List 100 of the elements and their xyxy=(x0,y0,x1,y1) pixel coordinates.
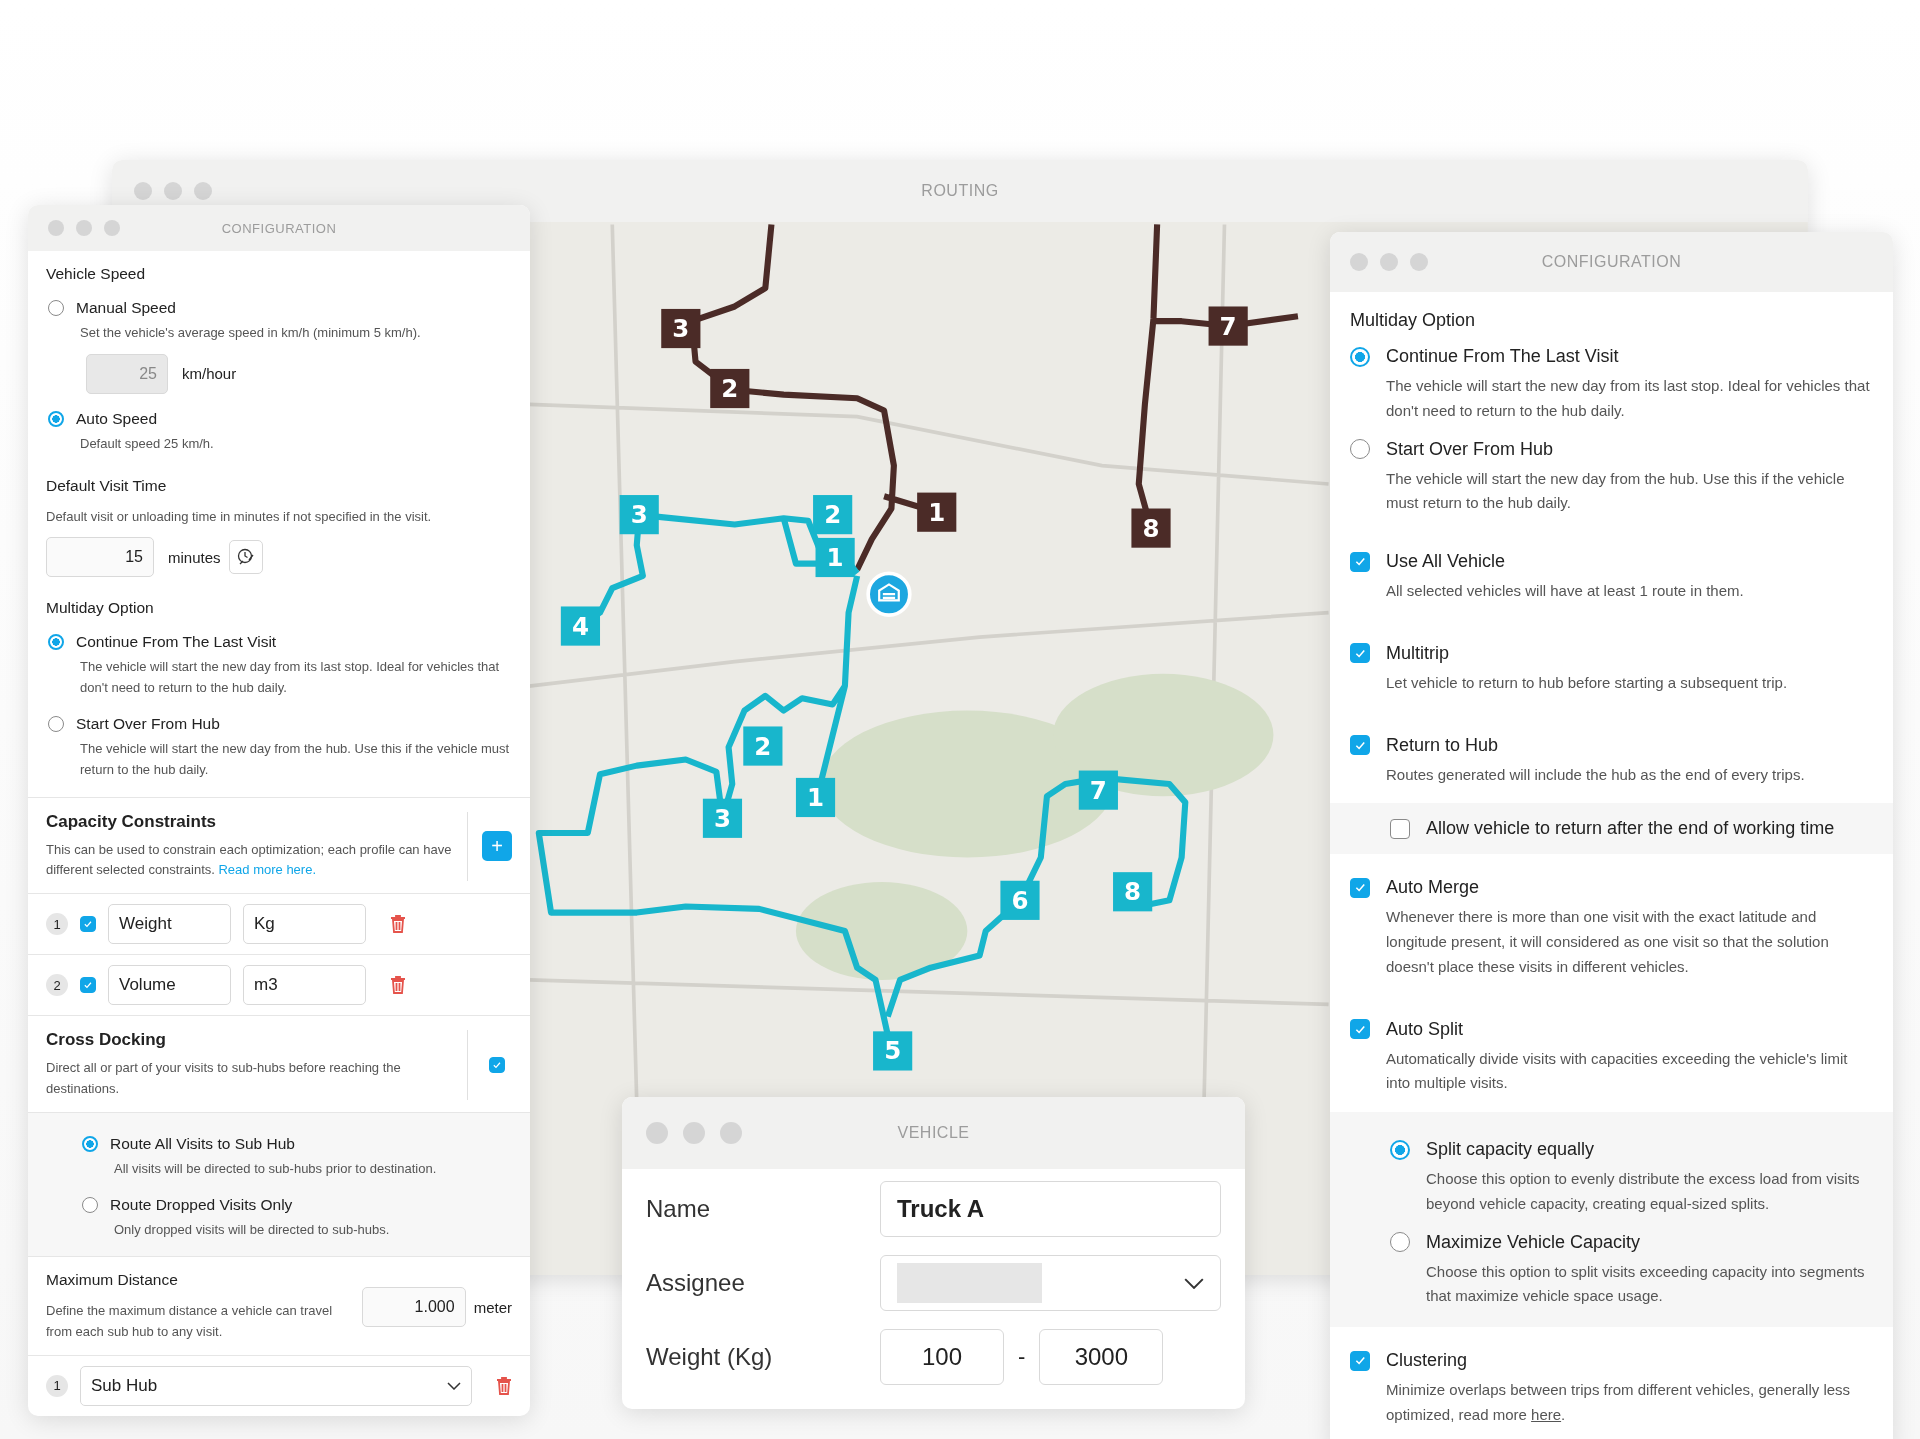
window-title: VEHICLE xyxy=(897,1124,970,1142)
section-heading: Capacity Constraints xyxy=(46,811,218,832)
radio-button[interactable] xyxy=(82,1196,98,1213)
visit-time-input[interactable]: 15 xyxy=(46,537,154,578)
checkbox[interactable] xyxy=(1350,1350,1370,1371)
range-separator: - xyxy=(1017,1344,1027,1370)
window-title: CONFIGURATION xyxy=(1541,253,1682,271)
checkbox[interactable] xyxy=(1350,1019,1370,1039)
option-description: Default speed 25 km/h. xyxy=(80,434,215,453)
stop-marker: 3 xyxy=(702,798,743,838)
option-label: Manual Speed xyxy=(76,299,176,317)
radio-button[interactable] xyxy=(1350,439,1370,459)
option-label: Route All Visits to Sub Hub xyxy=(110,1134,295,1153)
section-heading: Vehicle Speed xyxy=(46,265,147,283)
stop-marker: 1 xyxy=(917,492,957,532)
setting-label: Use All Vehicle xyxy=(1386,550,1506,573)
section-description: This can be used to constrain each optimization; each profile can have different selected constraints. Read more here. xyxy=(46,840,453,880)
assignee-dropdown[interactable] xyxy=(880,1255,1221,1311)
option-label: Auto Speed xyxy=(76,409,157,428)
radio-button[interactable] xyxy=(82,1135,98,1152)
setting-label: Return to Hub xyxy=(1386,733,1499,757)
stop-marker: 2 xyxy=(813,495,853,535)
checkbox[interactable] xyxy=(1390,818,1410,839)
checkbox[interactable] xyxy=(1350,877,1370,898)
clock-edit-button[interactable] xyxy=(228,540,263,575)
constraint-name-input[interactable]: Volume xyxy=(108,965,231,1006)
option-description: The vehicle will start the new day from its last stop. Ideal for vehicles that don't need to return to the hub daily. xyxy=(80,658,501,698)
setting-description: Let vehicle to return to hub before starting a subsequent trip. xyxy=(1386,672,1789,693)
radio-button[interactable] xyxy=(48,716,64,732)
stop-marker: 2 xyxy=(743,726,783,766)
stop-marker: 6 xyxy=(1000,880,1040,920)
unit-label: km/hour xyxy=(182,365,237,383)
constraint-unit-input[interactable]: Kg xyxy=(243,904,366,945)
radio-button[interactable] xyxy=(48,300,64,316)
radio-button[interactable] xyxy=(1350,346,1370,367)
stop-marker: 7 xyxy=(1208,306,1248,346)
max-weight-input[interactable]: 3000 xyxy=(1039,1329,1164,1385)
window-title: CONFIGURATION xyxy=(221,220,337,236)
delete-icon[interactable] xyxy=(390,915,406,934)
section-heading: Multiday Option xyxy=(46,599,155,618)
radio-button[interactable] xyxy=(48,634,64,651)
checkbox[interactable] xyxy=(80,977,96,994)
unit-label: meter xyxy=(473,1298,512,1316)
setting-description: Minimize overlaps between trips from different vehicles, generally less optimized, read more here. xyxy=(1386,1380,1852,1425)
option-label: Route Dropped Visits Only xyxy=(110,1195,293,1214)
delete-icon[interactable] xyxy=(496,1376,512,1395)
delete-icon[interactable] xyxy=(390,976,406,995)
check-mark-icon xyxy=(83,980,93,991)
sub-hub-dropdown[interactable]: Sub Hub xyxy=(80,1365,472,1406)
stop-marker: 8 xyxy=(1113,872,1153,912)
row-number: 1 xyxy=(46,913,68,936)
setting-label: Multitrip xyxy=(1386,641,1449,665)
row-number: 2 xyxy=(46,974,68,997)
name-input[interactable]: Truck A xyxy=(880,1181,1221,1237)
stop-marker: 4 xyxy=(560,606,600,646)
help-link[interactable]: here xyxy=(1531,1405,1562,1423)
section-description: Default visit or unloading time in minutes if not specified in the visit. xyxy=(46,507,433,526)
option-label: Split capacity equally xyxy=(1426,1138,1595,1161)
setting-label: Clustering xyxy=(1386,1349,1468,1372)
setting-description: Routes generated will include the hub as the end of every trips. xyxy=(1386,764,1806,785)
stop-marker: 3 xyxy=(619,495,659,535)
setting-description: Whenever there is more than one visit with the exact latitude and longitude present, it will considered as one visit so that the solution doesn't place these visits in different vehicles. xyxy=(1386,907,1830,977)
section-heading: Default Visit Time xyxy=(46,476,168,495)
unit-label: minutes xyxy=(168,548,221,566)
distance-input[interactable]: 1.000 xyxy=(361,1287,466,1328)
radio-button[interactable] xyxy=(1390,1232,1410,1252)
checkbox[interactable] xyxy=(1350,643,1370,664)
setting-description: Automatically divide visits with capacities exceeding the vehicle's limit into multiple visits. xyxy=(1386,1048,1849,1094)
constraint-name-input[interactable]: Weight xyxy=(108,904,231,945)
radio-button[interactable] xyxy=(1390,1139,1410,1160)
stop-marker: 2 xyxy=(710,368,750,409)
option-description: The vehicle will start the new day from the hub. Use this if the vehicle must return to the hub daily. xyxy=(80,740,511,779)
chevron-down-icon xyxy=(447,1381,461,1390)
window-title: ROUTING xyxy=(921,182,999,200)
field-label: Weight (Kg) xyxy=(646,1343,774,1371)
checkbox[interactable] xyxy=(1350,551,1370,572)
section-description: Direct all or part of your visits to sub-hubs before reaching the destinations. xyxy=(46,1059,402,1098)
option-label: Start Over From Hub xyxy=(1386,437,1554,461)
field-label: Assignee xyxy=(646,1269,746,1297)
stop-marker: 7 xyxy=(1078,770,1118,810)
checkbox[interactable] xyxy=(1350,735,1370,755)
min-weight-input[interactable]: 100 xyxy=(880,1329,1004,1385)
setting-label: Auto Split xyxy=(1386,1017,1464,1041)
section-heading: Cross Docking xyxy=(46,1030,167,1051)
option-description: The vehicle will start the new day from the hub. Use this if the vehicle must return to the hub daily. xyxy=(1386,468,1846,514)
checkbox[interactable] xyxy=(80,916,96,933)
option-label: Start Over From Hub xyxy=(76,715,220,733)
check-mark-icon xyxy=(1353,555,1367,568)
option-description: Only dropped visits will be directed to sub-hubs. xyxy=(114,1220,391,1239)
check-mark-icon xyxy=(1353,1354,1367,1367)
radio-button[interactable] xyxy=(48,410,64,427)
section-heading: Multiday Option xyxy=(1350,310,1477,331)
stop-marker: 5 xyxy=(873,1031,913,1071)
stop-marker: 3 xyxy=(661,308,701,349)
option-description: Choose this option to evenly distribute the excess load from visits beyond vehicle capacity, creating equal-sized splits. xyxy=(1426,1169,1861,1214)
field-label: Name xyxy=(646,1195,712,1223)
constraint-unit-input[interactable]: m3 xyxy=(243,965,366,1006)
stop-marker: 1 xyxy=(815,537,855,578)
checkbox[interactable] xyxy=(489,1056,505,1073)
section-heading: Maximum Distance xyxy=(46,1271,179,1290)
